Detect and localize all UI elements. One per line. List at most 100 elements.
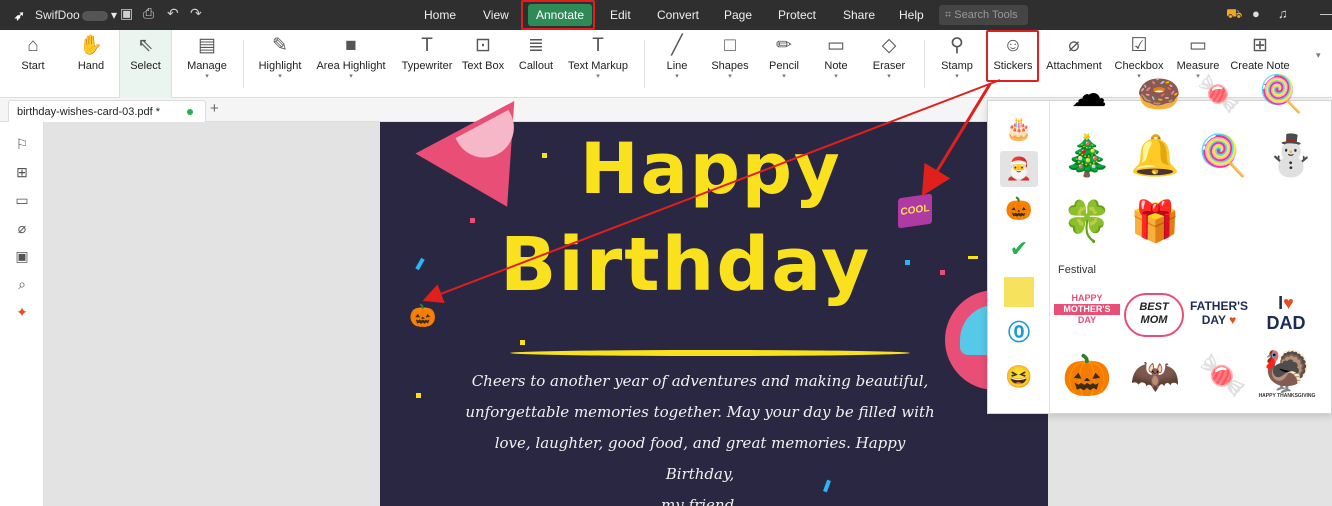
stamp-dropdown-icon: ▾ — [955, 73, 959, 80]
category-emoji-icon[interactable]: 😆 — [1000, 359, 1038, 395]
tool-start[interactable]: ⌂ Start — [18, 30, 48, 98]
best-mom-sticker[interactable]: BEST MOM — [1124, 293, 1184, 337]
menu-help[interactable]: Help — [899, 0, 924, 30]
pointer-icon: ⇖ — [137, 35, 154, 56]
tool-text-markup[interactable]: T Text Markup ▾ — [565, 30, 631, 98]
search-tools-input[interactable]: ⌗ Search Tools — [939, 5, 1028, 25]
search-icon[interactable]: ⌕ — [0, 276, 44, 293]
mothers-day-text: MOTHER'S — [1054, 304, 1120, 315]
note-icon: ▭ — [827, 35, 845, 56]
manage-icon: ▤ — [198, 35, 216, 56]
menu-convert[interactable]: Convert — [657, 0, 699, 30]
category-sticky-note-icon[interactable] — [1000, 273, 1038, 309]
gift-box-sticker[interactable]: 🎁 — [1124, 191, 1186, 253]
app-name[interactable]: SwifDoo ▾ — [35, 8, 117, 22]
tool-select[interactable]: ⇖ Select — [119, 30, 172, 98]
tool-manage[interactable]: ▤ Manage ▾ — [184, 30, 230, 98]
menu-share[interactable]: Share — [843, 0, 875, 30]
tool-line[interactable]: ╱ Line ▾ — [662, 30, 692, 98]
tool-hand[interactable]: ✋ Hand — [74, 30, 108, 98]
bats-sticker[interactable]: 🦇 — [1124, 345, 1186, 407]
bell-icon[interactable]: ♫ — [1278, 6, 1288, 21]
print-icon[interactable]: ⎙ — [143, 5, 154, 22]
mothers-day-sticker[interactable]: HAPPY MOTHER'S DAY — [1054, 293, 1120, 326]
new-tab-icon[interactable]: + — [210, 100, 219, 117]
note-dropdown-icon: ▾ — [834, 73, 838, 80]
thanksgiving-sticker-text: HAPPY THANKSGIVING — [1258, 393, 1316, 399]
sticker-partial[interactable]: ☁ — [1058, 63, 1120, 125]
minimize-icon[interactable]: — — [1320, 6, 1332, 21]
eraser-icon: ◇ — [881, 35, 897, 56]
confetti — [416, 393, 421, 398]
save-icon[interactable]: ▣ — [120, 5, 133, 22]
category-cake-icon[interactable]: 🎂 — [1000, 111, 1038, 147]
stamp-icon: ⚲ — [950, 35, 964, 56]
tool-shapes-label: Shapes — [711, 60, 749, 72]
toolbar-more-icon[interactable]: ▾ — [1316, 50, 1321, 61]
holly-sticker[interactable]: 🍀 — [1056, 191, 1118, 253]
fathers-day-sticker[interactable]: FATHER'S DAY ♥ — [1188, 299, 1250, 327]
category-checkmark-icon[interactable]: ✔ — [1000, 231, 1038, 267]
attachment-icon: ⌀ — [1068, 35, 1080, 56]
category-number-icon[interactable]: ⓪ — [1000, 315, 1038, 351]
tool-line-label: Line — [666, 60, 688, 72]
pumpkin-sticker-placed[interactable]: 🎃 — [409, 303, 436, 329]
tool-text-box[interactable]: ⊡ Text Box — [460, 30, 506, 98]
tool-text-markup-label: Text Markup — [568, 60, 628, 72]
app-window: ➶ SwifDoo ▾ ▣ ⎙ ↶ ↷ Home View Annotate E… — [0, 0, 1332, 506]
bookmark-icon[interactable]: ⚐ — [0, 136, 44, 153]
tool-highlight-label: Highlight — [258, 60, 302, 72]
candy-cane-sticker[interactable]: 🍭 — [1192, 125, 1254, 187]
menu-edit[interactable]: Edit — [610, 0, 631, 30]
tool-note[interactable]: ▭ Note ▾ — [820, 30, 852, 98]
pumpkin-sticker[interactable]: 🎃 — [1056, 345, 1118, 407]
cart-icon[interactable]: ⛟ — [1226, 6, 1242, 24]
tool-callout[interactable]: ≣ Callout — [515, 30, 557, 98]
sticker-partial[interactable]: 🍭 — [1250, 63, 1312, 125]
tool-area-highlight[interactable]: ■ Area Highlight ▾ — [312, 30, 390, 98]
menu-home[interactable]: Home — [424, 0, 456, 30]
sticker-partial[interactable]: 🍩 — [1128, 63, 1190, 125]
snowman-sticker[interactable]: ⛄ — [1260, 125, 1322, 187]
gift-icon[interactable]: ✦ — [0, 304, 44, 321]
tool-typewriter[interactable]: T Typewriter — [397, 30, 457, 98]
attachments-icon[interactable]: ⌀ — [0, 220, 44, 237]
tool-highlight[interactable]: ✎ Highlight ▾ — [254, 30, 306, 98]
line-icon: ╱ — [671, 35, 683, 56]
menu-view[interactable]: View — [483, 0, 509, 30]
tool-pencil[interactable]: ✏ Pencil ▾ — [765, 30, 803, 98]
menu-protect[interactable]: Protect — [778, 0, 816, 30]
menu-page[interactable]: Page — [724, 0, 752, 30]
word-count-icon[interactable]: ▣ — [0, 248, 44, 265]
undo-icon[interactable]: ↶ — [167, 5, 179, 22]
account-name-blur — [81, 10, 108, 21]
sticker-partial[interactable]: 🍬 — [1188, 63, 1250, 125]
tool-eraser[interactable]: ◇ Eraser ▾ — [870, 30, 908, 98]
best-mom-text: BEST — [1139, 301, 1169, 313]
festival-section-label: Festival — [1058, 264, 1096, 276]
callout-icon: ≣ — [528, 35, 544, 56]
tool-stamp[interactable]: ⚲ Stamp ▾ — [938, 30, 976, 98]
search-tools-placeholder: Search Tools — [954, 9, 1018, 21]
confetti — [940, 270, 945, 275]
user-icon[interactable]: ● — [1252, 6, 1260, 21]
home-icon: ⌂ — [27, 35, 39, 56]
category-santa-icon[interactable]: 🎅 — [1000, 151, 1038, 187]
bell-sticker[interactable]: 🔔 — [1124, 125, 1186, 187]
candy-sticker[interactable]: 🍬 — [1192, 345, 1254, 407]
thumbnails-icon[interactable]: ⊞ — [0, 164, 44, 181]
tool-shapes[interactable]: □ Shapes ▾ — [710, 30, 750, 98]
tool-callout-label: Callout — [518, 60, 554, 72]
fathers-day-text: DAY ♥ — [1188, 313, 1250, 327]
search-tools-icon: ⌗ — [945, 9, 955, 21]
card-message: Cheers to another year of adventures and… — [460, 366, 940, 506]
redo-icon[interactable]: ↷ — [190, 5, 202, 22]
i-love-dad-sticker[interactable]: I♥ DAD — [1256, 293, 1316, 333]
christmas-tree-sticker[interactable]: 🎄 — [1056, 125, 1118, 187]
comments-icon[interactable]: ▭ — [0, 192, 44, 209]
category-pumpkin-icon[interactable]: 🎃 — [1000, 191, 1038, 227]
stickers-highlight-box — [986, 30, 1039, 82]
card-message-line: my friend. — [661, 496, 739, 506]
cool-sticker[interactable]: COOL — [898, 193, 932, 229]
document-tab[interactable]: birthday-wishes-card-03.pdf * — [8, 100, 206, 122]
